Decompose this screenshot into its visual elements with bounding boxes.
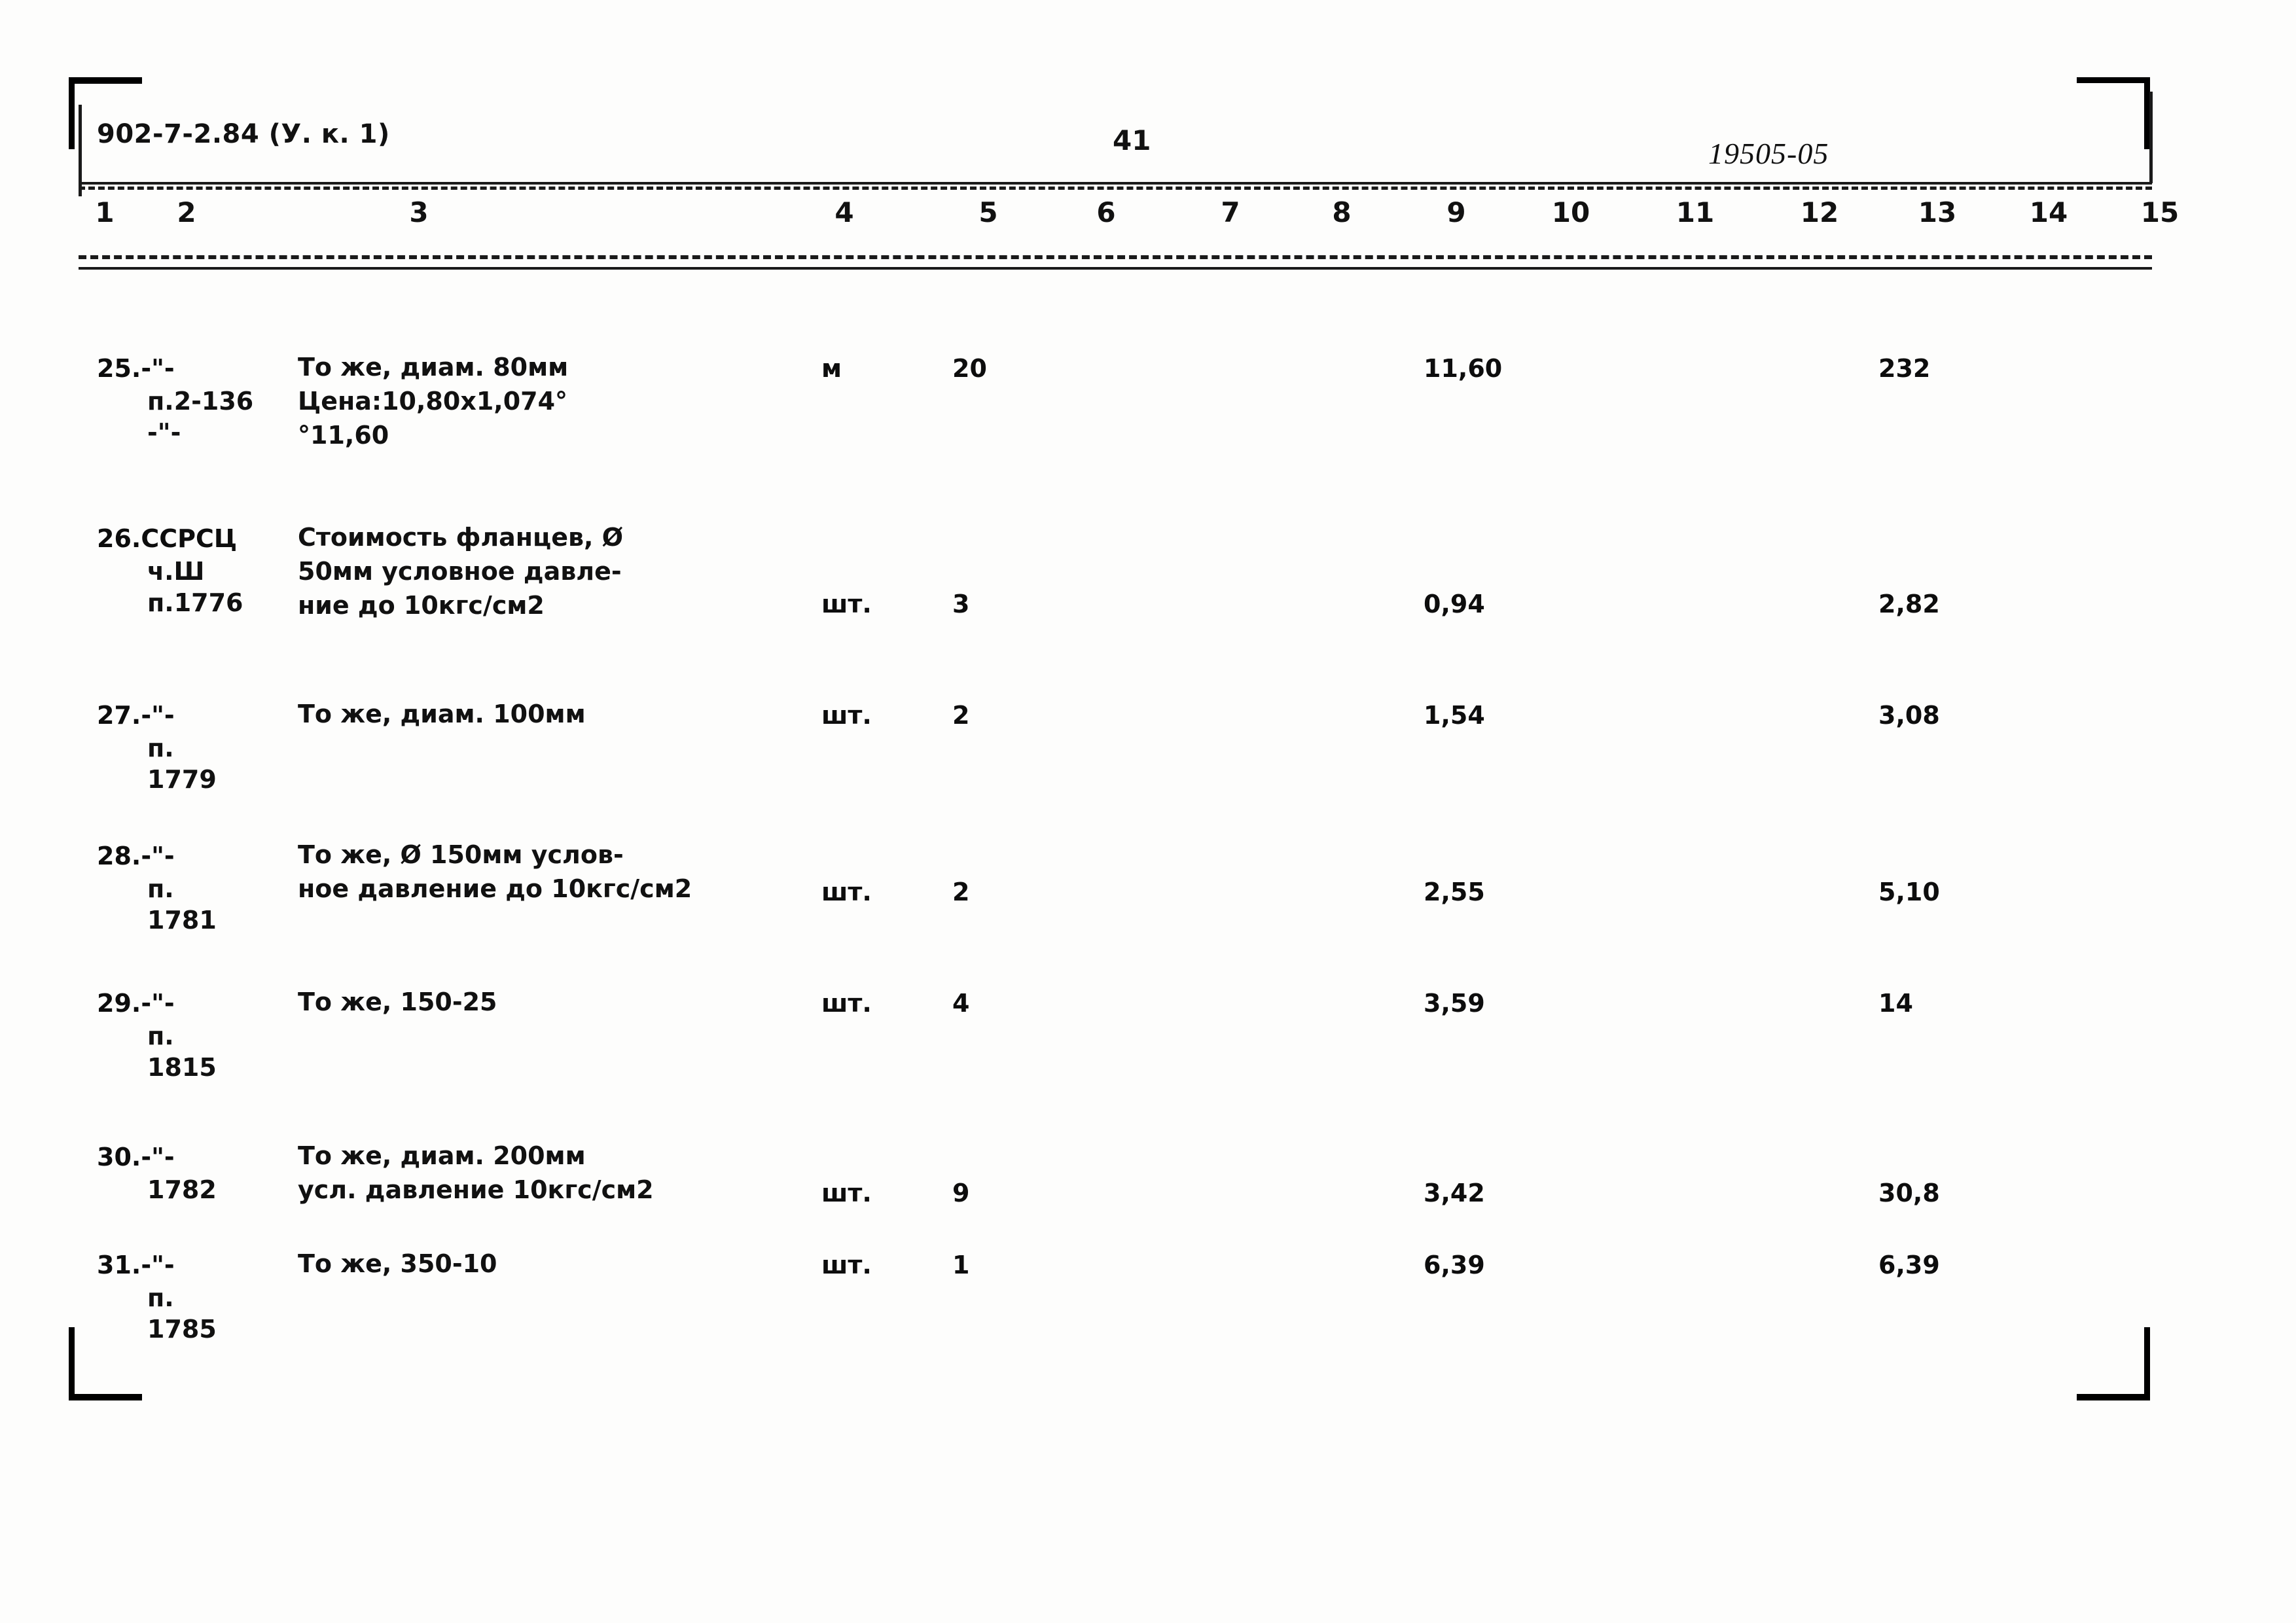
row-reference-line: 1779 [147, 765, 217, 794]
header-rule-dashed-lower [79, 255, 2152, 259]
row-unit: шт. [821, 878, 872, 906]
row-description-line: То же, диам. 80мм [298, 353, 569, 382]
row-item-number: 26.ССРСЦ [97, 524, 238, 553]
row-quantity: 9 [952, 1179, 970, 1207]
row-description-line: ное давление до 10кгс/см2 [298, 874, 692, 903]
row-total-cost: 14 [1878, 989, 1913, 1018]
column-number-7: 7 [1221, 196, 1240, 228]
header-rule-top [79, 182, 2152, 185]
column-number-10: 10 [1551, 196, 1590, 228]
column-number-11: 11 [1676, 196, 1715, 228]
row-reference-line: п.2-136 [147, 387, 254, 416]
row-item-number: 30.-"- [97, 1143, 175, 1171]
row-unit: шт. [821, 701, 872, 730]
row-description-line: 50мм условное давле- [298, 557, 622, 586]
row-unit-price: 3,59 [1424, 989, 1485, 1018]
column-number-12: 12 [1800, 196, 1839, 228]
column-number-13: 13 [1918, 196, 1957, 228]
row-description-line: То же, Ø 150мм услов- [298, 840, 624, 869]
row-reference-line: п. [147, 1283, 174, 1312]
row-reference-line: ч.Ш [147, 557, 205, 586]
row-total-cost: 2,82 [1878, 590, 1940, 618]
row-unit: шт. [821, 1251, 872, 1279]
column-number-2: 2 [177, 196, 196, 228]
document-code: 902-7-2.84 (У. к. 1) [97, 119, 390, 149]
row-quantity: 20 [952, 354, 987, 383]
row-total-cost: 30,8 [1878, 1179, 1940, 1207]
row-description-line: То же, 350-10 [298, 1249, 497, 1278]
row-description-line: °11,60 [298, 421, 389, 450]
row-quantity: 3 [952, 590, 970, 618]
row-unit-price: 3,42 [1424, 1179, 1485, 1207]
row-item-number: 31.-"- [97, 1251, 175, 1279]
column-number-3: 3 [409, 196, 429, 228]
row-quantity: 4 [952, 989, 970, 1018]
row-description-line: ние до 10кгс/см2 [298, 591, 545, 620]
row-description-line: усл. давление 10кгс/см2 [298, 1175, 654, 1204]
row-description-line: Цена:10,80х1,074° [298, 387, 568, 416]
column-number-strip: 1 2 3 4 5 6 7 8 9 10 11 12 13 14 15 [0, 196, 2296, 242]
row-item-number: 25.-"- [97, 354, 175, 383]
row-reference-line: 1782 [147, 1175, 217, 1204]
row-unit: м [821, 354, 842, 383]
row-reference-line: п. [147, 874, 174, 903]
column-number-4: 4 [834, 196, 854, 228]
row-description-line: То же, 150-25 [298, 988, 497, 1016]
row-unit: шт. [821, 590, 872, 618]
row-quantity: 2 [952, 701, 970, 730]
row-quantity: 1 [952, 1251, 970, 1279]
row-total-cost: 232 [1878, 354, 1931, 383]
document-page: 902-7-2.84 (У. к. 1) 41 19505-05 1234567… [0, 0, 2296, 1623]
column-number-8: 8 [1332, 196, 1352, 228]
row-unit-price: 1,54 [1424, 701, 1485, 730]
row-total-cost: 6,39 [1878, 1251, 1940, 1279]
row-reference-line: п.1776 [147, 588, 243, 617]
row-total-cost: 3,08 [1878, 701, 1940, 730]
column-number-15: 15 [2140, 196, 2179, 228]
row-unit-price: 6,39 [1424, 1251, 1485, 1279]
row-quantity: 2 [952, 878, 970, 906]
header-rule-bottom [79, 267, 2152, 270]
page-number: 41 [1113, 124, 1151, 156]
row-unit: шт. [821, 1179, 872, 1207]
row-unit-price: 0,94 [1424, 590, 1485, 618]
row-description-line: То же, диам. 100мм [298, 700, 586, 728]
row-item-number: 29.-"- [97, 989, 175, 1018]
row-reference-line: 1781 [147, 906, 217, 935]
right-border-rule [2149, 92, 2153, 183]
column-number-5: 5 [978, 196, 998, 228]
row-item-number: 27.-"- [97, 701, 175, 730]
row-reference-line: 1785 [147, 1315, 217, 1344]
column-number-1: 1 [95, 196, 115, 228]
row-unit-price: 2,55 [1424, 878, 1485, 906]
row-item-number: 28.-"- [97, 842, 175, 870]
column-number-9: 9 [1446, 196, 1466, 228]
drawing-number: 19505-05 [1708, 137, 1829, 170]
row-reference-line: п. [147, 1022, 174, 1050]
row-reference-line: 1815 [147, 1053, 217, 1082]
row-total-cost: 5,10 [1878, 878, 1940, 906]
row-unit-price: 11,60 [1424, 354, 1503, 383]
header-rule-dashed-upper [79, 187, 2152, 190]
column-number-6: 6 [1096, 196, 1116, 228]
row-reference-line: п. [147, 734, 174, 762]
column-number-14: 14 [2029, 196, 2068, 228]
row-reference-line: -"- [147, 418, 181, 447]
row-unit: шт. [821, 989, 872, 1018]
row-description-line: Стоимость фланцев, Ø [298, 523, 624, 552]
row-description-line: То же, диам. 200мм [298, 1141, 586, 1170]
